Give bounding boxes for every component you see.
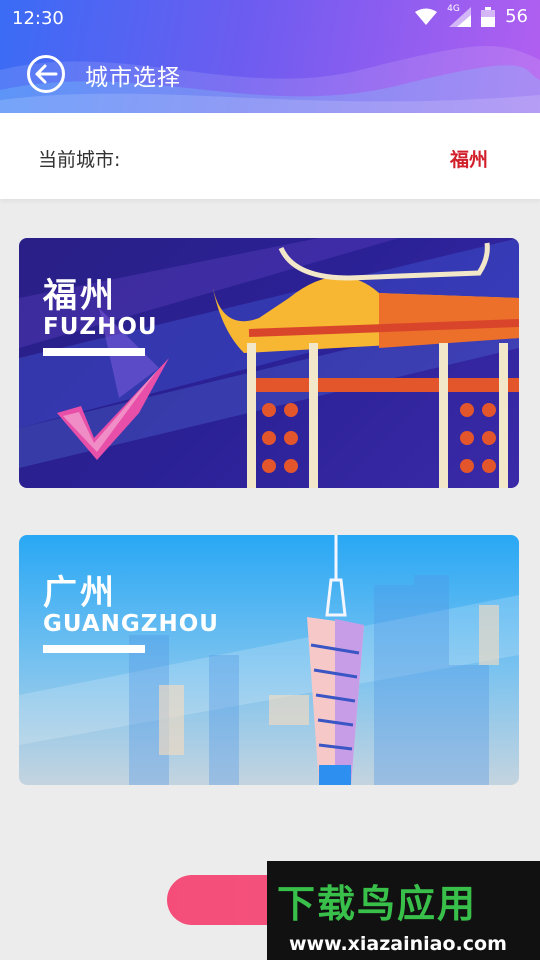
current-city-label: 当前城市: xyxy=(38,149,121,171)
wifi-icon xyxy=(415,8,438,25)
city-name-zh: 广州 xyxy=(43,573,117,613)
battery-level: 56 xyxy=(505,6,528,27)
city-name-en: GUANGZHOU xyxy=(43,611,219,637)
current-city-value: 福州 xyxy=(449,149,488,171)
watermark: 下载鸟应用 www.xiazainiao.com xyxy=(267,861,540,960)
cell-signal-icon: 4G xyxy=(447,3,472,27)
watermark-url: www.xiazainiao.com xyxy=(289,933,507,955)
page-title: 城市选择 xyxy=(85,65,181,91)
city-underline xyxy=(43,645,145,653)
city-name-zh: 福州 xyxy=(43,276,117,316)
back-button[interactable] xyxy=(26,54,66,94)
status-time: 12:30 xyxy=(12,8,64,29)
city-underline xyxy=(43,348,145,356)
network-label: 4G xyxy=(447,3,460,14)
current-city-row: 当前城市: 福州 xyxy=(0,113,540,199)
status-bar: 12:30 4G 56 xyxy=(0,0,540,36)
back-arrow-icon xyxy=(27,55,65,93)
city-card-fuzhou[interactable]: 福州 FUZHOU xyxy=(19,238,519,488)
status-icons: 4G 56 xyxy=(415,3,528,27)
battery-icon xyxy=(481,6,496,27)
watermark-logo: 下载鸟应用 xyxy=(277,882,478,926)
app-header: 12:30 4G 56 城市选择 xyxy=(0,0,540,113)
city-name-en: FUZHOU xyxy=(43,314,158,340)
city-card-guangzhou[interactable]: 广州 GUANGZHOU xyxy=(19,535,519,785)
